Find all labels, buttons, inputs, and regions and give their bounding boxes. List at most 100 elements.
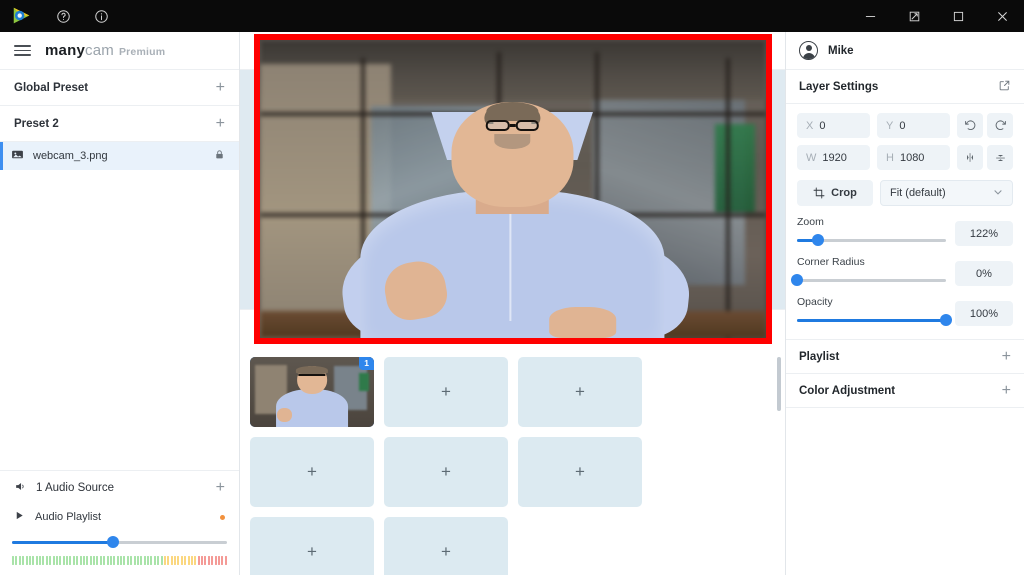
add-layer-icon[interactable]: + [441,462,451,482]
preset-row-2[interactable]: Preset 2 + [0,106,239,142]
vu-segment [28,556,31,565]
x-field[interactable]: X 0 [797,113,870,138]
lock-icon[interactable] [214,149,225,163]
vu-segment [79,556,82,565]
fit-mode-select[interactable]: Fit (default) [880,180,1013,206]
rotate-group [957,113,1013,138]
h-field[interactable]: H 1080 [877,145,950,170]
webcam-scene [259,40,766,339]
preset-label-2: Preset 2 [14,117,59,130]
slider-value[interactable]: 122% [955,221,1013,246]
add-layer-icon[interactable]: + [441,382,451,402]
playlist-section-header[interactable]: Playlist + [786,340,1024,374]
preset-row-global[interactable]: Global Preset + [0,70,239,106]
add-layer-icon[interactable]: + [575,382,585,402]
info-circle-icon[interactable] [82,0,120,32]
vu-segment [184,556,187,565]
add-layer-icon[interactable]: + [575,462,585,482]
vu-segment [224,556,227,565]
slider-thumb[interactable] [791,274,803,286]
slider-left: Corner Radius [791,256,946,286]
add-color-adjustment-button[interactable]: + [1002,382,1011,399]
scene-beam-4 [726,58,731,339]
slider-value[interactable]: 0% [955,261,1013,286]
layer-row-webcam[interactable]: webcam_3.png [0,142,239,170]
thumbnail-scrollbar[interactable] [777,356,781,411]
maximize-button[interactable] [936,0,980,32]
crop-icon [813,187,825,199]
play-icon[interactable] [14,510,25,524]
slider-control[interactable] [797,234,946,246]
add-layer-icon[interactable]: + [307,462,317,482]
user-row[interactable]: Mike [786,32,1024,70]
manycam-logo-icon[interactable] [0,5,44,27]
vu-segment [49,556,52,565]
preset-thumb-7[interactable]: + [250,516,374,575]
add-layer-icon[interactable]: + [441,542,451,562]
add-audio-source-button[interactable]: + [216,479,225,496]
flip-vertical-icon[interactable] [987,145,1013,170]
crop-button[interactable]: Crop [797,180,873,206]
vu-segment [143,556,146,565]
video-preview[interactable] [253,34,772,345]
slider-control[interactable] [791,274,946,286]
h-key: H [886,151,894,164]
w-field[interactable]: W 1920 [797,145,870,170]
brand-row: manycam Premium [0,32,239,70]
vu-segment [86,556,89,565]
hamburger-menu-icon[interactable] [14,45,31,56]
add-global-preset-button[interactable]: + [216,79,225,96]
slider-row-zoom: Zoom 122% [786,206,1024,246]
add-layer-icon[interactable]: + [307,542,317,562]
crop-row: Crop Fit (default) [786,177,1024,206]
audio-source-header[interactable]: 1 Audio Source + [0,470,239,504]
color-adjustment-section-header[interactable]: Color Adjustment + [786,374,1024,408]
vu-segment [45,556,48,565]
close-button[interactable] [980,0,1024,32]
add-playlist-button[interactable]: + [1002,348,1011,365]
vu-segment [194,556,197,565]
volume-thumb[interactable] [107,536,120,548]
left-sidebar: manycam Premium Global Preset + Preset 2 … [0,32,240,575]
preset-thumb-4[interactable]: + [250,436,374,507]
slider-track [797,279,946,282]
layer-settings-title: Layer Settings [799,80,879,93]
slider-left: Opacity [797,296,952,326]
flip-horizontal-icon[interactable] [957,145,983,170]
playlist-label: Playlist [799,350,840,363]
vu-segment [32,556,35,565]
vu-segment [217,556,220,565]
user-avatar-icon [799,41,818,60]
vu-segment [76,556,79,565]
slider-thumb[interactable] [811,234,824,246]
audio-status-dot [220,514,225,520]
preset-thumb-3[interactable]: + [518,356,642,427]
vu-segment [174,556,177,565]
layer-label: webcam_3.png [33,150,108,162]
add-preset-2-button[interactable]: + [216,115,225,132]
y-field[interactable]: Y 0 [877,113,950,138]
audio-volume-slider-wrap [0,530,239,552]
preset-thumb-6[interactable]: + [518,436,642,507]
restore-down-button[interactable] [892,0,936,32]
vu-segment [99,556,102,565]
vu-segment [15,556,18,565]
rotate-right-icon[interactable] [987,113,1013,138]
preset-thumb-8[interactable]: + [384,516,508,575]
brand-light: cam [85,42,114,59]
vu-segment [52,556,55,565]
audio-volume-slider[interactable] [12,536,227,548]
help-circle-icon[interactable] [44,0,82,32]
audio-playlist-row[interactable]: Audio Playlist [0,504,239,530]
slider-control[interactable] [797,314,952,326]
vu-segment [187,556,190,565]
external-link-icon[interactable] [998,79,1011,95]
rotate-left-icon[interactable] [957,113,983,138]
slider-thumb[interactable] [940,314,952,326]
thumbnail-grid: 1 + + + + + + + [250,356,768,575]
slider-value[interactable]: 100% [955,301,1013,326]
preset-thumb-5[interactable]: + [384,436,508,507]
preset-thumb-2[interactable]: + [384,356,508,427]
preset-thumb-1[interactable]: 1 [250,356,374,427]
minimize-button[interactable] [848,0,892,32]
